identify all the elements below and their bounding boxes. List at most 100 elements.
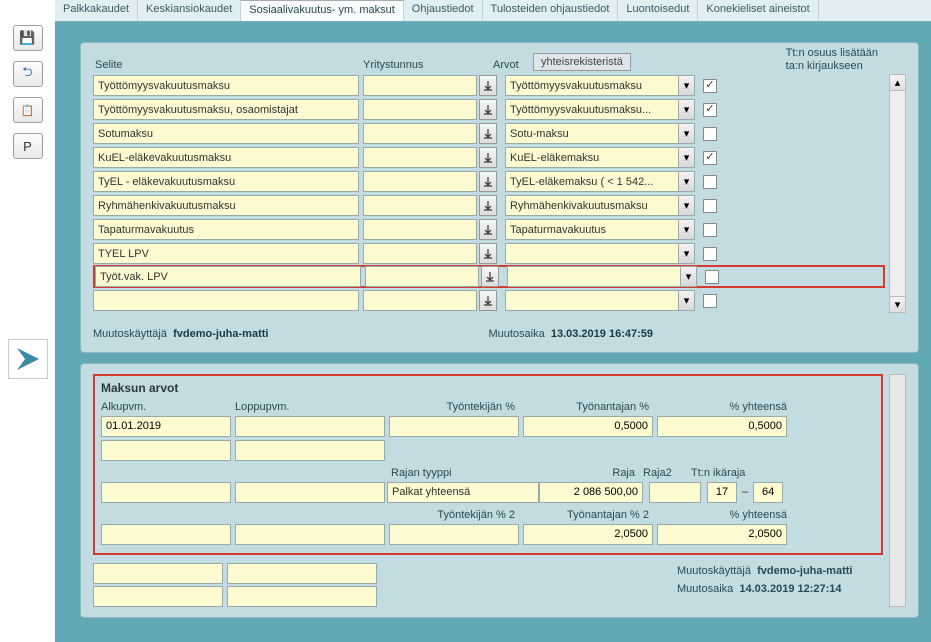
- checkbox[interactable]: [703, 294, 717, 308]
- extra-input-3[interactable]: [101, 524, 231, 545]
- yritystunnus-input[interactable]: [363, 195, 477, 216]
- bottom-input-2a[interactable]: [93, 586, 223, 607]
- selite-input[interactable]: [93, 123, 359, 144]
- alkupvm-input[interactable]: [101, 416, 231, 437]
- checkbox[interactable]: [705, 270, 719, 284]
- arvot-button[interactable]: [479, 290, 497, 311]
- header-tyontekijan2: Työntekijän % 2: [389, 509, 523, 521]
- tyontekijan-input[interactable]: [389, 416, 519, 437]
- tab-keskiansiokaudet[interactable]: Keskiansiokaudet: [138, 0, 241, 21]
- ikaraja-max-input[interactable]: [753, 482, 783, 503]
- document-button[interactable]: 📋: [13, 97, 43, 123]
- selite-input[interactable]: [95, 266, 361, 287]
- tab-tulosteiden[interactable]: Tulosteiden ohjaustiedot: [483, 0, 619, 21]
- bottom-input-1a[interactable]: [93, 563, 223, 584]
- selite-input[interactable]: [93, 147, 359, 168]
- checkbox[interactable]: [703, 175, 717, 189]
- yritystunnus-input[interactable]: [363, 243, 477, 264]
- checkbox[interactable]: [703, 127, 717, 141]
- loppupvm-input[interactable]: [235, 416, 385, 437]
- arvot-button[interactable]: [479, 99, 497, 120]
- tab-ohjaustiedot[interactable]: Ohjaustiedot: [404, 0, 483, 21]
- dropdown-icon[interactable]: ▾: [678, 99, 695, 120]
- tab-konekieliset[interactable]: Konekieliset aineistot: [698, 0, 818, 21]
- yritystunnus-input[interactable]: [363, 75, 477, 96]
- arvot-button[interactable]: [479, 219, 497, 240]
- selite-input[interactable]: [93, 195, 359, 216]
- checkbox[interactable]: [703, 199, 717, 213]
- arvot-button[interactable]: [479, 147, 497, 168]
- select-input[interactable]: [505, 243, 678, 264]
- dropdown-icon[interactable]: ▾: [680, 266, 697, 287]
- yhteensa-input[interactable]: [657, 416, 787, 437]
- ikaraja-min-input[interactable]: [707, 482, 737, 503]
- dropdown-icon[interactable]: ▾: [678, 290, 695, 311]
- select-input[interactable]: [505, 75, 678, 96]
- yritystunnus-input[interactable]: [365, 266, 479, 287]
- yritystunnus-input[interactable]: [363, 171, 477, 192]
- loppupvm-input-2[interactable]: [235, 440, 385, 461]
- select-input[interactable]: [505, 99, 678, 120]
- arvot-button[interactable]: [481, 266, 499, 287]
- selite-input[interactable]: [93, 290, 359, 311]
- raja-input[interactable]: [539, 482, 643, 503]
- p-button[interactable]: P: [13, 133, 43, 159]
- yhteisrekisterista-button[interactable]: yhteisrekisteristä: [533, 53, 631, 71]
- checkbox[interactable]: [703, 103, 717, 117]
- tab-sosiaalivakuutus[interactable]: Sosiaalivakuutus- ym. maksut: [241, 0, 404, 21]
- yritystunnus-input[interactable]: [363, 290, 477, 311]
- tab-luontoisedut[interactable]: Luontoisedut: [618, 0, 698, 21]
- bottom-input-1b[interactable]: [227, 563, 377, 584]
- arvot-button[interactable]: [479, 195, 497, 216]
- dropdown-icon[interactable]: ▾: [678, 123, 695, 144]
- selite-input[interactable]: [93, 243, 359, 264]
- back-button[interactable]: ⮌: [13, 61, 43, 87]
- bottom-scrollbar[interactable]: [889, 374, 906, 607]
- dropdown-icon[interactable]: ▾: [678, 243, 695, 264]
- extra-input-4[interactable]: [235, 524, 385, 545]
- checkbox[interactable]: [703, 151, 717, 165]
- yritystunnus-input[interactable]: [363, 147, 477, 168]
- select-input[interactable]: [505, 171, 678, 192]
- dropdown-icon[interactable]: ▾: [678, 75, 695, 96]
- yhteensa2-input[interactable]: [657, 524, 787, 545]
- save-button[interactable]: 💾: [13, 25, 43, 51]
- raja2-input[interactable]: [649, 482, 701, 503]
- select-input[interactable]: [507, 266, 680, 287]
- tyonantajan-input[interactable]: [523, 416, 653, 437]
- extra-input-1[interactable]: [101, 482, 231, 503]
- scroll-up-icon[interactable]: ▴: [890, 75, 905, 91]
- arvot-button[interactable]: [479, 123, 497, 144]
- selite-input[interactable]: [93, 171, 359, 192]
- tyonantajan2-input[interactable]: [523, 524, 653, 545]
- yritystunnus-input[interactable]: [363, 123, 477, 144]
- select-input[interactable]: [505, 123, 678, 144]
- arvot-button[interactable]: [479, 171, 497, 192]
- selite-input[interactable]: [93, 219, 359, 240]
- dropdown-icon[interactable]: ▾: [678, 219, 695, 240]
- scroll-down-icon[interactable]: ▾: [890, 296, 905, 312]
- selite-input[interactable]: [93, 99, 359, 120]
- select-input[interactable]: [505, 290, 678, 311]
- dropdown-icon[interactable]: ▾: [678, 171, 695, 192]
- dropdown-icon[interactable]: ▾: [678, 195, 695, 216]
- rajan-tyyppi-select[interactable]: [387, 482, 538, 503]
- selite-input[interactable]: [93, 75, 359, 96]
- checkbox[interactable]: [703, 223, 717, 237]
- tab-palkkakaudet[interactable]: Palkkakaudet: [55, 0, 138, 21]
- bottom-input-2b[interactable]: [227, 586, 377, 607]
- arvot-button[interactable]: [479, 243, 497, 264]
- tyontekijan2-input[interactable]: [389, 524, 519, 545]
- select-input[interactable]: [505, 195, 678, 216]
- yritystunnus-input[interactable]: [363, 219, 477, 240]
- select-input[interactable]: [505, 219, 678, 240]
- arvot-button[interactable]: [479, 75, 497, 96]
- checkbox[interactable]: [703, 247, 717, 261]
- extra-input-2[interactable]: [235, 482, 385, 503]
- scrollbar[interactable]: ▴ ▾: [889, 74, 906, 313]
- select-input[interactable]: [505, 147, 678, 168]
- alkupvm-input-2[interactable]: [101, 440, 231, 461]
- dropdown-icon[interactable]: ▾: [678, 147, 695, 168]
- checkbox[interactable]: [703, 79, 717, 93]
- yritystunnus-input[interactable]: [363, 99, 477, 120]
